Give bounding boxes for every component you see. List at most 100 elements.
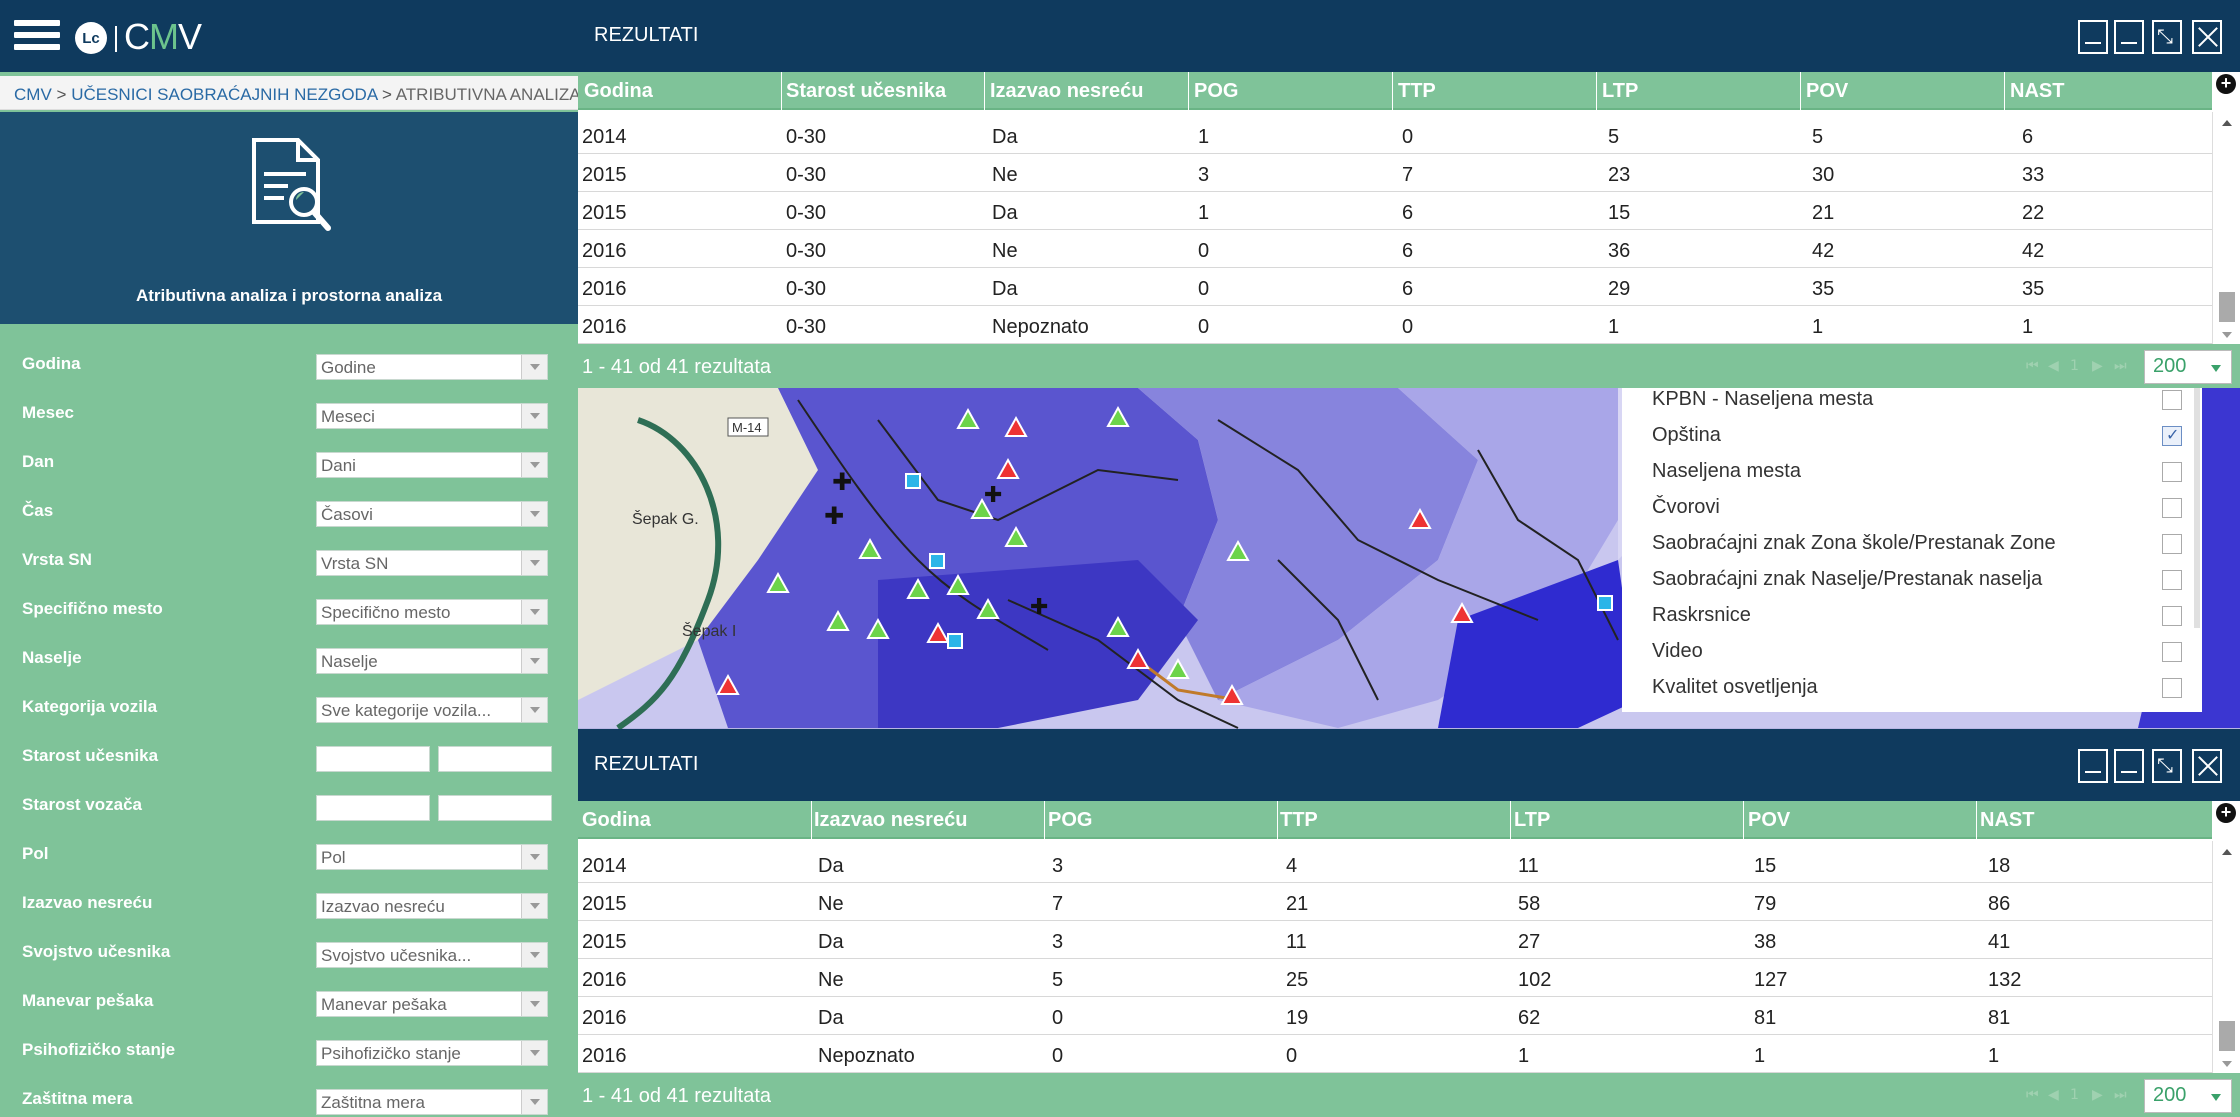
table-scrollbar[interactable] <box>2212 112 2240 344</box>
filter-select[interactable]: Izazvao nesreću <box>316 893 548 919</box>
column-header[interactable]: LTP <box>1514 809 1550 832</box>
filter-select[interactable]: Meseci <box>316 403 548 429</box>
column-header[interactable]: Starost učesnika <box>786 80 946 103</box>
layer-checkbox[interactable] <box>2162 678 2182 698</box>
column-header[interactable]: Izazvao nesreću <box>990 80 1143 103</box>
page-number-icon[interactable]: 1 <box>2070 358 2084 374</box>
page-number-icon[interactable]: 1 <box>2070 1087 2084 1103</box>
page-size-select[interactable]: 200 <box>2144 1079 2232 1113</box>
column-header[interactable]: POV <box>1806 80 1848 103</box>
layer-checkbox[interactable] <box>2162 570 2182 590</box>
chevron-down-icon[interactable] <box>521 698 547 722</box>
chevron-down-icon[interactable] <box>521 1090 547 1114</box>
table-row[interactable]: 2016 0-30 Nepoznato 0 0 1 1 1 <box>578 306 2212 344</box>
table-row[interactable]: 2015 0-30 Ne 3 7 23 30 33 <box>578 154 2212 192</box>
filter-select[interactable]: Psihofizičko stanje <box>316 1040 548 1066</box>
prev-page-icon[interactable]: ◀ <box>2048 358 2062 374</box>
hamburger-menu-icon[interactable] <box>14 20 60 56</box>
column-menu-icon[interactable]: + <box>2216 803 2236 823</box>
layer-item[interactable]: Saobraćajni znak Zona škole/Prestanak Zo… <box>1652 524 2182 560</box>
driver-age-to-input[interactable] <box>438 795 552 821</box>
layer-checkbox[interactable] <box>2162 462 2182 482</box>
layer-item[interactable]: Naseljena mesta <box>1652 452 2182 488</box>
scroll-thumb[interactable] <box>2219 292 2235 322</box>
first-page-icon[interactable]: ⏮ <box>2026 1087 2040 1103</box>
column-header[interactable]: NAST <box>2010 80 2064 103</box>
app-logo[interactable]: CMV <box>124 16 202 58</box>
layer-checkbox[interactable] <box>2162 534 2182 554</box>
age-to-input[interactable] <box>438 746 552 772</box>
column-header[interactable]: POV <box>1748 809 1790 832</box>
close-icon[interactable] <box>2192 749 2222 783</box>
filter-select[interactable]: Dani <box>316 452 548 478</box>
column-header[interactable]: POG <box>1194 80 1238 103</box>
scroll-down-icon[interactable] <box>2222 332 2232 338</box>
layer-checkbox[interactable] <box>2162 642 2182 662</box>
minimize-button[interactable] <box>2114 749 2144 783</box>
table-row[interactable]: 2016 Ne 5 25 102 127 132 <box>578 959 2212 997</box>
chevron-down-icon[interactable] <box>521 894 547 918</box>
marker-blue-square[interactable] <box>929 553 945 569</box>
prev-page-icon[interactable]: ◀ <box>2048 1087 2062 1103</box>
minimize-button[interactable] <box>2078 749 2108 783</box>
layer-checkbox[interactable] <box>2162 606 2182 626</box>
scroll-down-icon[interactable] <box>2222 1061 2232 1067</box>
filter-select[interactable]: Sve kategorije vozila... <box>316 697 548 723</box>
table-row[interactable]: 2016 Da 0 19 62 81 81 <box>578 997 2212 1035</box>
close-icon[interactable] <box>2192 20 2222 54</box>
filter-select[interactable]: Vrsta SN <box>316 550 548 576</box>
chevron-down-icon[interactable] <box>521 551 547 575</box>
column-header[interactable]: LTP <box>1602 80 1638 103</box>
maximize-icon[interactable] <box>2152 20 2182 54</box>
chevron-down-icon[interactable] <box>521 1041 547 1065</box>
table-row[interactable]: 2015 0-30 Da 1 6 15 21 22 <box>578 192 2212 230</box>
filter-select[interactable]: Zaštitna mera <box>316 1089 548 1115</box>
next-page-icon[interactable]: ▶ <box>2092 358 2106 374</box>
chevron-down-icon[interactable] <box>521 355 547 379</box>
layer-item[interactable]: Video <box>1652 632 2182 668</box>
table-row[interactable]: 2016 Nepoznato 0 0 1 1 1 <box>578 1035 2212 1073</box>
layer-checkbox[interactable] <box>2162 498 2182 518</box>
column-header[interactable]: NAST <box>1980 809 2034 832</box>
chevron-down-icon[interactable] <box>521 453 547 477</box>
breadcrumb-item[interactable]: CMV <box>14 85 52 104</box>
page-size-select[interactable]: 200 <box>2144 350 2232 384</box>
filter-select[interactable]: Manevar pešaka <box>316 991 548 1017</box>
column-header[interactable]: POG <box>1048 809 1092 832</box>
layer-item[interactable]: Opština <box>1652 416 2182 452</box>
table-row[interactable]: 2014 Da 3 4 11 15 18 <box>578 845 2212 883</box>
layer-item[interactable]: Saobraćajni znak Naselje/Prestanak nasel… <box>1652 560 2182 596</box>
marker-blue-square[interactable] <box>1597 595 1613 611</box>
filter-select[interactable]: Godine <box>316 354 548 380</box>
table-row[interactable]: 2016 0-30 Ne 0 6 36 42 42 <box>578 230 2212 268</box>
table-row[interactable]: 2014 0-30 Da 1 0 5 5 6 <box>578 116 2212 154</box>
maximize-icon[interactable] <box>2152 749 2182 783</box>
minimize-button[interactable] <box>2114 20 2144 54</box>
filter-select[interactable]: Specifično mesto <box>316 599 548 625</box>
chevron-down-icon[interactable] <box>521 600 547 624</box>
first-page-icon[interactable]: ⏮ <box>2026 358 2040 374</box>
filter-select[interactable]: Časovi <box>316 501 548 527</box>
chevron-down-icon[interactable] <box>521 992 547 1016</box>
age-from-input[interactable] <box>316 746 430 772</box>
chevron-down-icon[interactable] <box>521 845 547 869</box>
layer-item[interactable]: Kvalitet osvetljenja <box>1652 668 2182 704</box>
layer-checkbox[interactable] <box>2162 390 2182 410</box>
column-header[interactable]: TTP <box>1280 809 1318 832</box>
scroll-thumb[interactable] <box>2219 1021 2235 1051</box>
column-header[interactable]: Godina <box>582 809 651 832</box>
breadcrumb-item[interactable]: UČESNICI SAOBRAĆAJNIH NEZGODA <box>71 85 377 104</box>
scroll-up-icon[interactable] <box>2222 849 2232 855</box>
layer-item[interactable]: Čvorovi <box>1652 488 2182 524</box>
table-row[interactable]: 2015 Ne 7 21 58 79 86 <box>578 883 2212 921</box>
layer-item[interactable]: KPBN - Naseljena mesta <box>1652 388 2182 416</box>
layer-item[interactable]: Raskrsnice <box>1652 596 2182 632</box>
filter-select[interactable]: Pol <box>316 844 548 870</box>
column-menu-icon[interactable]: + <box>2216 74 2236 94</box>
chevron-down-icon[interactable] <box>521 502 547 526</box>
next-page-icon[interactable]: ▶ <box>2092 1087 2106 1103</box>
layer-scrollbar[interactable] <box>2194 388 2200 628</box>
marker-blue-square[interactable] <box>947 633 963 649</box>
filter-select[interactable]: Naselje <box>316 648 548 674</box>
column-header[interactable]: Izazvao nesreću <box>814 809 967 832</box>
